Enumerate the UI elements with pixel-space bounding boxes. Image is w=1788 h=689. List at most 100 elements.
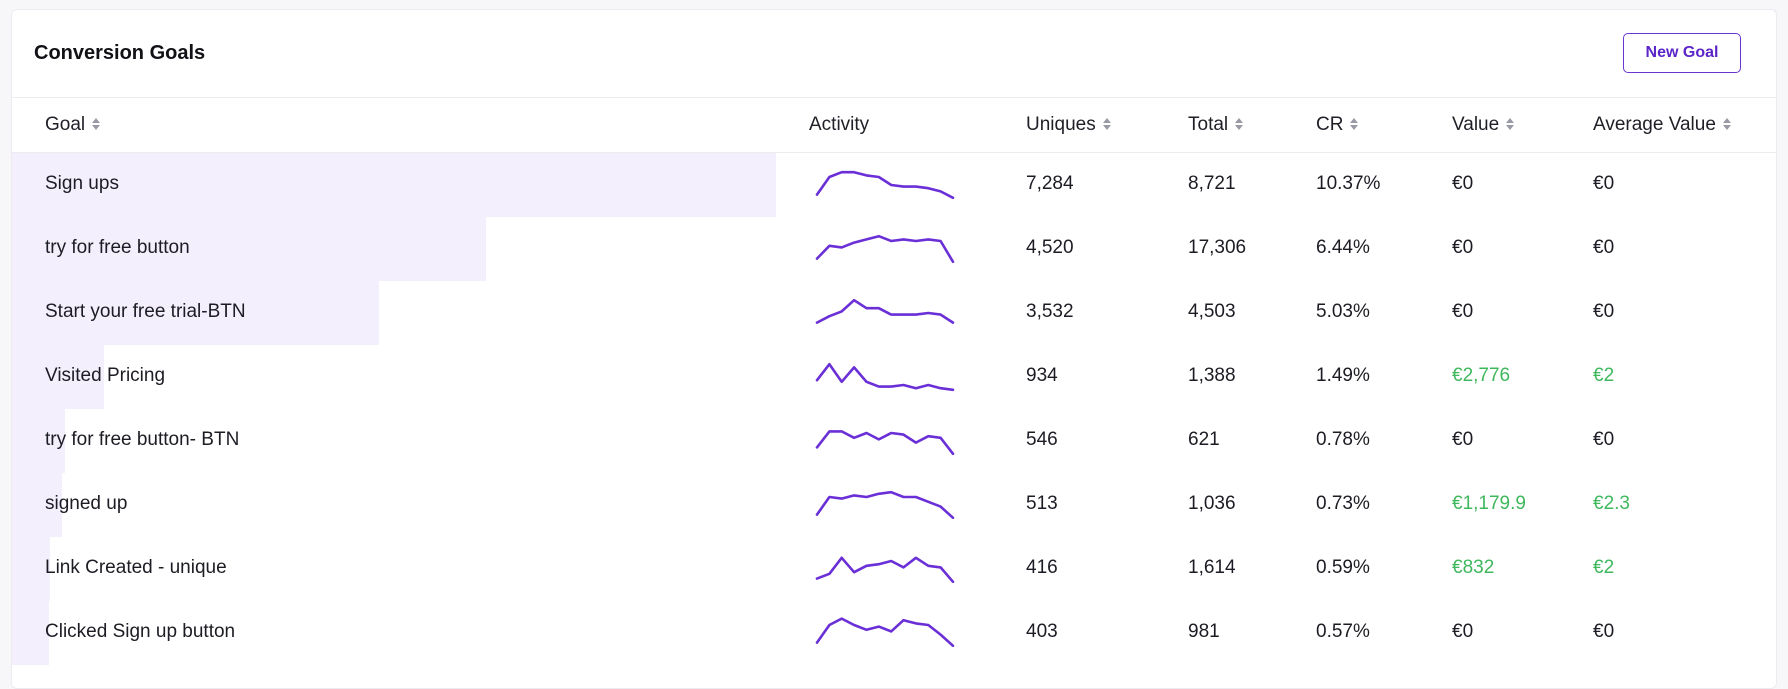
goal-name[interactable]: Sign ups bbox=[45, 173, 119, 195]
total-cell: 621 bbox=[1188, 429, 1220, 450]
activity-sparkline bbox=[815, 617, 955, 648]
column-header-cr-label: CR bbox=[1316, 114, 1344, 135]
column-header-total[interactable]: Total bbox=[1188, 114, 1244, 136]
value-cell: €0 bbox=[1452, 429, 1474, 450]
total-cell: 8,721 bbox=[1188, 173, 1236, 194]
goal-name[interactable]: Link Created - unique bbox=[45, 557, 227, 579]
uniques-cell: 513 bbox=[1026, 493, 1058, 514]
uniques-cell: 934 bbox=[1026, 365, 1058, 386]
activity-sparkline bbox=[815, 556, 955, 584]
sparkline-path bbox=[815, 298, 955, 324]
goal-name[interactable]: try for free button bbox=[45, 237, 190, 259]
sparkline-path bbox=[815, 617, 955, 648]
column-header-uniques-label: Uniques bbox=[1026, 114, 1096, 135]
goal-name[interactable]: try for free button- BTN bbox=[45, 429, 239, 451]
sort-icon bbox=[1102, 117, 1112, 133]
conversion-goals-card: Conversion Goals New Goal Goal Activity … bbox=[11, 9, 1777, 689]
uniques-cell: 4,520 bbox=[1026, 237, 1074, 258]
cr-cell: 0.57% bbox=[1316, 621, 1370, 642]
share-bar bbox=[12, 153, 776, 217]
table-row[interactable]: try for free button 4,520 17,306 6.44% €0 €0 bbox=[12, 217, 1776, 281]
goals-table-body: Sign ups 7,284 8,721 10.37% €0 €0 try for free… bbox=[12, 153, 1776, 665]
goal-name[interactable]: signed up bbox=[45, 493, 127, 515]
avg-value-cell: €0 bbox=[1593, 301, 1615, 322]
cr-cell: 10.37% bbox=[1316, 173, 1381, 194]
value-cell: €0 bbox=[1452, 173, 1474, 194]
total-cell: 981 bbox=[1188, 621, 1220, 642]
column-header-activity-label: Activity bbox=[809, 114, 870, 135]
sparkline-path bbox=[815, 556, 955, 584]
column-header-goal[interactable]: Goal bbox=[45, 114, 101, 136]
sparkline-path bbox=[815, 430, 955, 456]
avg-value-cell: €2 bbox=[1593, 557, 1615, 578]
page-title: Conversion Goals bbox=[34, 42, 206, 64]
column-header-cr[interactable]: CR bbox=[1316, 114, 1359, 136]
column-header-average-value[interactable]: Average Value bbox=[1593, 114, 1732, 136]
total-cell: 1,036 bbox=[1188, 493, 1236, 514]
uniques-cell: 403 bbox=[1026, 621, 1058, 642]
cr-cell: 5.03% bbox=[1316, 301, 1370, 322]
column-header-activity: Activity bbox=[809, 114, 869, 136]
value-cell: €832 bbox=[1452, 557, 1495, 578]
column-header-value-label: Value bbox=[1452, 114, 1500, 135]
activity-sparkline bbox=[815, 170, 955, 200]
column-header-total-label: Total bbox=[1188, 114, 1229, 135]
uniques-cell: 416 bbox=[1026, 557, 1058, 578]
value-cell: €0 bbox=[1452, 237, 1474, 258]
avg-value-cell: €2 bbox=[1593, 365, 1615, 386]
cr-cell: 1.49% bbox=[1316, 365, 1370, 386]
cr-cell: 0.78% bbox=[1316, 429, 1370, 450]
column-header-goal-label: Goal bbox=[45, 114, 86, 135]
avg-value-cell: €2.3 bbox=[1593, 493, 1630, 514]
card-header: Conversion Goals New Goal bbox=[12, 10, 1776, 98]
sort-icon bbox=[1349, 117, 1359, 133]
activity-sparkline bbox=[815, 430, 955, 456]
total-cell: 1,614 bbox=[1188, 557, 1236, 578]
column-header-average-value-label: Average Value bbox=[1593, 114, 1716, 135]
goal-name[interactable]: Start your free trial-BTN bbox=[45, 301, 246, 323]
table-row[interactable]: Sign ups 7,284 8,721 10.37% €0 €0 bbox=[12, 153, 1776, 217]
table-row[interactable]: Clicked Sign up button 403 981 0.57% €0 €0 bbox=[12, 601, 1776, 665]
value-cell: €0 bbox=[1452, 621, 1474, 642]
uniques-cell: 7,284 bbox=[1026, 173, 1074, 194]
avg-value-cell: €0 bbox=[1593, 237, 1615, 258]
column-header-uniques[interactable]: Uniques bbox=[1026, 114, 1112, 136]
total-cell: 17,306 bbox=[1188, 237, 1247, 258]
activity-sparkline bbox=[815, 362, 955, 392]
table-row[interactable]: Start your free trial-BTN 3,532 4,503 5.03%… bbox=[12, 281, 1776, 345]
total-cell: 1,388 bbox=[1188, 365, 1236, 386]
uniques-cell: 546 bbox=[1026, 429, 1058, 450]
sort-icon bbox=[91, 117, 101, 133]
goal-name[interactable]: Visited Pricing bbox=[45, 365, 165, 387]
new-goal-button[interactable]: New Goal bbox=[1623, 33, 1741, 73]
activity-sparkline bbox=[815, 298, 955, 324]
cr-cell: 0.59% bbox=[1316, 557, 1370, 578]
sort-icon bbox=[1505, 117, 1515, 133]
table-row[interactable]: try for free button- BTN 546 621 0.78% €0 €0 bbox=[12, 409, 1776, 473]
share-bar bbox=[12, 601, 49, 665]
sparkline-path bbox=[815, 490, 955, 520]
uniques-cell: 3,532 bbox=[1026, 301, 1074, 322]
goal-name[interactable]: Clicked Sign up button bbox=[45, 621, 235, 643]
avg-value-cell: €0 bbox=[1593, 621, 1615, 642]
value-cell: €1,179.9 bbox=[1452, 493, 1526, 514]
sort-icon bbox=[1234, 117, 1244, 133]
value-cell: €0 bbox=[1452, 301, 1474, 322]
table-row[interactable]: Link Created - unique 416 1,614 0.59% €832 €2 bbox=[12, 537, 1776, 601]
total-cell: 4,503 bbox=[1188, 301, 1236, 322]
sparkline-path bbox=[815, 234, 955, 264]
activity-sparkline bbox=[815, 234, 955, 264]
column-header-value[interactable]: Value bbox=[1452, 114, 1515, 136]
sparkline-path bbox=[815, 362, 955, 392]
activity-sparkline bbox=[815, 490, 955, 520]
avg-value-cell: €0 bbox=[1593, 173, 1615, 194]
cr-cell: 0.73% bbox=[1316, 493, 1370, 514]
sparkline-path bbox=[815, 170, 955, 200]
table-row[interactable]: signed up 513 1,036 0.73% €1,179.9 €2.3 bbox=[12, 473, 1776, 537]
avg-value-cell: €0 bbox=[1593, 429, 1615, 450]
value-cell: €2,776 bbox=[1452, 365, 1511, 386]
sort-icon bbox=[1722, 117, 1732, 133]
table-header: Goal Activity Uniques Total CR Value Ave… bbox=[12, 98, 1776, 153]
table-row[interactable]: Visited Pricing 934 1,388 1.49% €2,776 €2 bbox=[12, 345, 1776, 409]
cr-cell: 6.44% bbox=[1316, 237, 1370, 258]
